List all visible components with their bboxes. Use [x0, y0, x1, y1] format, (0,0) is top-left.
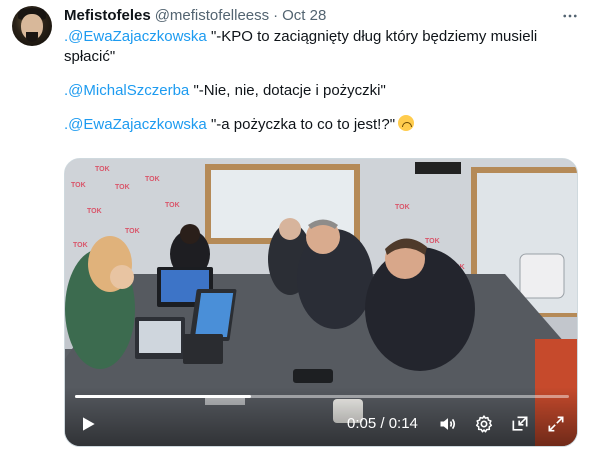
user-handle[interactable]: @mefistofelleess [155, 7, 269, 24]
separator-dot: · [273, 6, 279, 24]
svg-text:TOK: TOK [425, 238, 440, 245]
svg-text:TOK: TOK [145, 176, 160, 183]
quote-text: "-Nie, nie, dotacje i pożyczki" [189, 82, 386, 99]
svg-text:TOK: TOK [125, 228, 140, 235]
upside-down-face-emoji-icon [398, 115, 415, 131]
video-progress-bar[interactable] [75, 395, 569, 398]
tweet[interactable]: Mefistofeles @mefistofelleess · Oct 28 .… [0, 0, 593, 457]
avatar[interactable] [12, 6, 52, 46]
tweet-line: spłacić" [64, 47, 579, 67]
svg-text:TOK: TOK [73, 242, 88, 249]
play-icon[interactable] [77, 413, 99, 435]
tweet-line: .@MichalSzczerba "-Nie, nie, dotacje i p… [64, 81, 579, 101]
video-player[interactable]: TOKTOKTOK TOKTOKTOK TOKTOKTOK TOKTOKTOK … [64, 158, 578, 447]
svg-text:TOK: TOK [395, 204, 410, 211]
svg-text:TOK: TOK [95, 166, 110, 173]
video-progress-fill [75, 395, 252, 398]
video-time: 0:05 / 0:14 [347, 415, 418, 432]
svg-text:TOK: TOK [115, 184, 130, 191]
quote-text: "-KPO to zaciągnięty dług który będziemy… [206, 28, 538, 45]
svg-text:TOK: TOK [87, 208, 102, 215]
display-name[interactable]: Mefistofeles [64, 7, 151, 24]
settings-gear-icon[interactable] [473, 413, 495, 435]
mention-link[interactable]: .@EwaZajaczkowska [64, 116, 207, 133]
tweet-line: .@EwaZajaczkowska "-a pożyczka to co to … [64, 115, 579, 135]
quote-text: spłacić" [64, 48, 116, 65]
mention-link[interactable]: .@MichalSzczerba [64, 82, 189, 99]
picture-in-picture-icon[interactable] [509, 413, 531, 435]
svg-text:TOK: TOK [165, 202, 180, 209]
volume-icon[interactable] [437, 413, 459, 435]
tweet-line: .@EwaZajaczkowska "-KPO to zaciągnięty d… [64, 27, 579, 47]
mention-link[interactable]: .@EwaZajaczkowska [64, 28, 207, 45]
video-controls: 0:05 / 0:14 [65, 387, 577, 446]
fullscreen-icon[interactable] [545, 413, 567, 435]
tweet-header: Mefistofeles @mefistofelleess · Oct 28 [64, 5, 326, 25]
svg-text:TOK: TOK [71, 182, 86, 189]
more-icon[interactable] [561, 8, 579, 24]
tweet-date[interactable]: Oct 28 [282, 7, 326, 24]
quote-text: "-a pożyczka to co to jest!?" [206, 116, 396, 133]
tweet-text: .@EwaZajaczkowska "-KPO to zaciągnięty d… [64, 27, 579, 135]
